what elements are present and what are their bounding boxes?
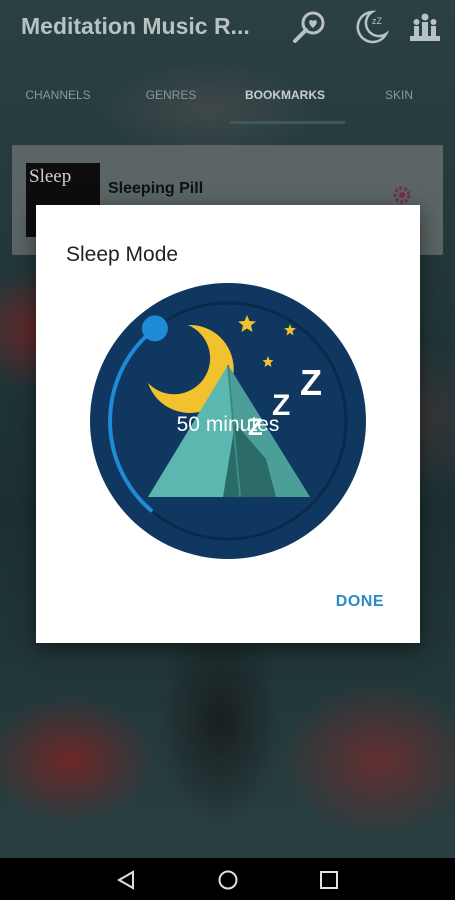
sleep-z-icon: Z (300, 362, 322, 403)
svg-text:zZ: zZ (372, 16, 383, 26)
app-bar: Meditation Music R... zZ (0, 0, 455, 62)
back-icon[interactable] (115, 869, 137, 891)
timer-value: 50 minutes (176, 413, 280, 436)
settings-gear-icon[interactable] (390, 183, 414, 207)
dialog-title: Sleep Mode (66, 243, 179, 266)
sleep-mode-dialog: Sleep Mode Z Z Z 50 minutes DONE (36, 205, 420, 643)
tab-indicator (230, 121, 345, 124)
sleep-timer-dial[interactable]: Z Z Z 50 minutes (90, 283, 366, 559)
temple-icon[interactable] (405, 8, 445, 48)
sleep-moon-icon[interactable]: zZ (350, 8, 390, 48)
navigation-bar (0, 858, 455, 900)
timer-handle[interactable] (141, 315, 168, 342)
tab-bookmarks[interactable]: BOOKMARKS (230, 88, 340, 102)
tab-bar: CHANNELS GENRES BOOKMARKS SKIN (0, 80, 455, 110)
app-title: Meditation Music R... (21, 13, 250, 39)
home-icon[interactable] (217, 869, 239, 891)
done-button[interactable]: DONE (336, 593, 384, 611)
tab-channels[interactable]: CHANNELS (3, 88, 113, 102)
recents-icon[interactable] (318, 869, 340, 891)
thumbnail-text: Sleep (29, 166, 72, 187)
tab-skin[interactable]: SKIN (344, 88, 454, 102)
bookmark-title: Sleeping Pill (108, 180, 204, 197)
tab-genres[interactable]: GENRES (116, 88, 226, 102)
search-heart-icon[interactable] (289, 8, 329, 48)
